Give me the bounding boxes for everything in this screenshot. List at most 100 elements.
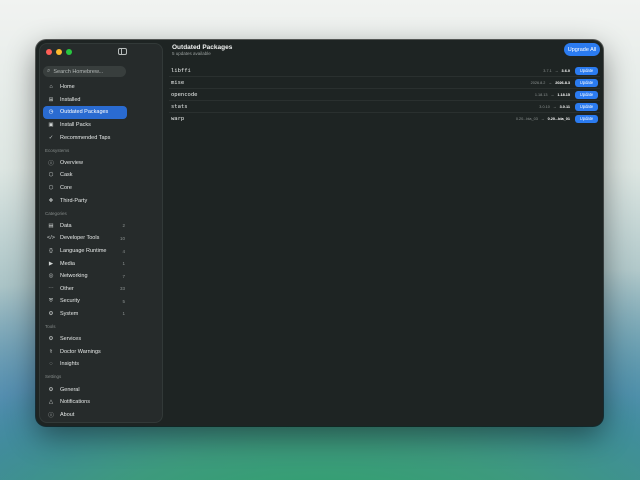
sidebar-item-label: Third-Party: [60, 197, 88, 204]
sidebar-item-overview[interactable]: ⓘ Overview: [43, 157, 127, 170]
sidebar-item-media[interactable]: ▶ Media 1: [43, 257, 127, 270]
sidebar-item-label: Installed: [60, 96, 81, 103]
sidebar-item-label: Developer Tools: [60, 235, 100, 242]
sidebar-item-outdated-packages[interactable]: ◷ Outdated Packages: [43, 106, 127, 119]
sidebar-item-doctor-warnings[interactable]: ⚕ Doctor Warnings: [43, 345, 127, 358]
update-button[interactable]: Update: [575, 102, 598, 111]
bell-icon: △: [48, 399, 54, 406]
upgrade-all-button[interactable]: Upgrade All: [564, 43, 600, 56]
sidebar-item-label: Doctor Warnings: [60, 348, 101, 355]
minimize-button[interactable]: [56, 49, 62, 55]
arrow-icon: →: [550, 92, 555, 97]
arrow-icon: →: [548, 80, 553, 85]
sidebar-item-label: Recommended Taps: [60, 134, 111, 141]
old-version: 2026.8.2: [530, 80, 546, 85]
home-icon: ⌂: [49, 84, 53, 91]
sidebar-item-other[interactable]: ⋯ Other 33: [43, 283, 127, 296]
arrow-icon: →: [552, 104, 557, 109]
check-circle-icon: ✓: [48, 134, 54, 141]
package-row: opencode 1.18.13 → 1.18.15 Update: [169, 88, 600, 100]
sidebar-item-label: Insights: [60, 361, 79, 368]
sidebar-item-about[interactable]: ⓘ About: [43, 408, 127, 421]
sidebar-item-services[interactable]: ⚙ Services: [43, 333, 127, 346]
zoom-button[interactable]: [66, 49, 72, 55]
section-ecosystems: Ecosystems: [45, 147, 70, 153]
play-icon: ▶: [48, 260, 54, 267]
gear-icon: ⚙: [48, 386, 54, 393]
puzzle-icon: ❖: [48, 197, 54, 204]
gears-icon: ⚙: [48, 336, 54, 343]
section-categories: Categories: [45, 210, 67, 216]
gears-icon: ⚙: [48, 310, 54, 317]
category-count: 4: [122, 248, 125, 254]
sidebar-item-label: Outdated Packages: [60, 109, 109, 116]
old-version: 1.18.13: [534, 92, 548, 97]
sidebar-nav: ⌂ Home ⊞ Installed ◷ Outdated Packages ▣ Ins…: [43, 81, 127, 421]
app-window: ⌕ Search Homebrew... ⌂ Home ⊞ Installed ◷ O…: [36, 40, 603, 426]
sidebar-item-third-party[interactable]: ❖ Third-Party: [43, 194, 127, 207]
sidebar-item-security[interactable]: ⛨ Security 5: [43, 295, 127, 308]
sidebar-item-installed[interactable]: ⊞ Installed: [43, 94, 127, 107]
new-version: 2026.8.3: [555, 80, 570, 85]
search-field[interactable]: ⌕ Search Homebrew...: [43, 66, 126, 77]
old-version: 0.20...bla_03: [515, 116, 538, 121]
sidebar-item-recommended-taps[interactable]: ✓ Recommended Taps: [43, 131, 127, 144]
update-button[interactable]: Update: [575, 78, 598, 87]
sidebar-toggle-icon[interactable]: [118, 48, 127, 55]
sidebar-item-label: Install Packs: [60, 122, 91, 129]
category-count: 33: [119, 286, 125, 292]
update-button[interactable]: Update: [575, 114, 598, 123]
sidebar-item-label: About: [60, 411, 75, 418]
sidebar-item-language-runtime[interactable]: {} Language Runtime 4: [43, 245, 127, 258]
package-list: libffi 3.7.1 → 3.6.0 Update mise 2026.8.2 →…: [169, 64, 600, 124]
update-button[interactable]: Update: [575, 90, 598, 99]
sidebar-item-notifications[interactable]: △ Notifications: [43, 396, 127, 409]
sidebar-item-label: Language Runtime: [60, 248, 107, 255]
cube-icon: ⬡: [48, 172, 54, 179]
box-icon: ▣: [48, 122, 54, 129]
window-controls: [46, 49, 72, 55]
section-tools: Tools: [45, 324, 56, 330]
sidebar-item-label: Overview: [60, 159, 83, 166]
cube-icon: ⬡: [48, 185, 54, 192]
sidebar-item-label: Networking: [60, 273, 88, 280]
braces-icon: {}: [49, 248, 53, 255]
sidebar-item-developer-tools[interactable]: </> Developer Tools 10: [43, 232, 127, 245]
info-icon: ⓘ: [48, 412, 54, 419]
update-button[interactable]: Update: [575, 66, 598, 75]
category-count: 2: [122, 223, 125, 229]
sidebar-item-general[interactable]: ⚙ General: [43, 383, 127, 396]
sidebar-item-networking[interactable]: ◎ Networking 7: [43, 270, 127, 283]
new-version: 3.6.0: [561, 68, 570, 73]
version-change: 3.0.10 → 3.0.11: [539, 105, 570, 109]
version-change: 2026.8.2 → 2026.8.3: [531, 81, 570, 85]
search-placeholder: Search Homebrew...: [53, 68, 104, 75]
package-name: libffi: [171, 67, 191, 74]
sidebar-item-cask[interactable]: ⬡ Cask: [43, 169, 127, 182]
category-count: 7: [122, 273, 125, 279]
page-subtitle: 5 updates available: [172, 51, 211, 56]
info-icon: ⓘ: [48, 160, 54, 167]
page-title: Outdated Packages: [172, 44, 233, 51]
sidebar-item-system[interactable]: ⚙ System 1: [43, 308, 127, 321]
sidebar-item-label: Cask: [60, 172, 73, 179]
sidebar-item-label: Services: [60, 336, 82, 343]
version-change: 3.7.1 → 3.6.0: [543, 69, 570, 73]
close-button[interactable]: [46, 49, 52, 55]
sidebar-item-install-packs[interactable]: ▣ Install Packs: [43, 119, 127, 132]
version-change: 1.18.13 → 1.18.15: [535, 93, 570, 97]
sidebar-item-insights[interactable]: ◌ Insights: [43, 358, 127, 371]
package-row: mise 2026.8.2 → 2026.8.3 Update: [169, 76, 600, 88]
new-version: 3.0.11: [559, 104, 570, 109]
old-version: 3.0.10: [539, 104, 550, 109]
package-row: warp 0.20...bla_03 → 0.20...bla_01 Update: [169, 112, 600, 124]
category-count: 10: [119, 235, 125, 241]
sidebar-item-label: Core: [60, 185, 72, 192]
sidebar-item-core[interactable]: ⬡ Core: [43, 182, 127, 195]
package-row: stats 3.0.10 → 3.0.11 Update: [169, 100, 600, 112]
arrow-icon: →: [540, 116, 545, 121]
sidebar-item-home[interactable]: ⌂ Home: [43, 81, 127, 94]
doc-icon: ▤: [48, 222, 54, 229]
sidebar-item-data[interactable]: ▤ Data 2: [43, 220, 127, 233]
clock-icon: ◷: [48, 109, 54, 116]
